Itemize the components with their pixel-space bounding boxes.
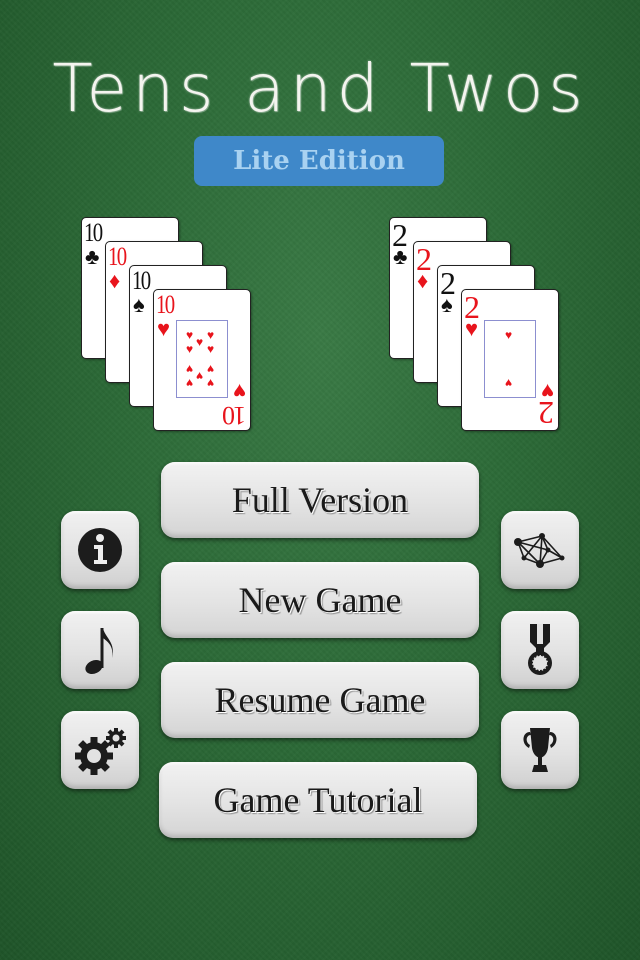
settings-button[interactable] <box>61 711 139 789</box>
music-note-icon <box>85 628 113 675</box>
heart-pip-icon: ♥ <box>186 362 194 376</box>
gears-icon <box>75 728 126 775</box>
game-title: Tens and Twos <box>52 50 588 127</box>
heart-pip-icon: ♥ <box>207 362 215 376</box>
new-game-button[interactable]: New Game <box>161 562 479 638</box>
achievements-button[interactable] <box>501 611 579 689</box>
card-pip-area: ♥ ♥ <box>484 320 536 398</box>
card-pip-area: ♥ ♥ ♥ ♥ ♥ ♥ ♥ ♥ ♥ ♥ <box>176 320 228 398</box>
trophy-icon <box>523 728 557 772</box>
full-version-button[interactable]: Full Version <box>161 462 479 538</box>
card-two-of-hearts: 2 ♥ ♥ ♥ ♥ 2 <box>461 289 559 431</box>
heart-pip-icon: ♥ <box>186 376 194 390</box>
spades-icon: ♠ <box>133 292 145 317</box>
heart-pip-icon: ♥ <box>186 328 194 342</box>
clubs-icon: ♣ <box>393 244 408 269</box>
card-rank: 10 <box>108 242 127 271</box>
heart-pip-icon: ♥ <box>196 369 204 383</box>
heart-pip-icon: ♥ <box>505 328 513 342</box>
hearts-icon: ♥ <box>232 379 246 404</box>
diamonds-icon: ♦ <box>417 268 429 293</box>
heart-pip-icon: ♥ <box>505 376 513 390</box>
network-icon <box>514 533 565 568</box>
card-rank: 10 <box>84 218 103 247</box>
heart-pip-icon: ♥ <box>196 335 204 349</box>
hearts-icon: ♥ <box>465 316 479 341</box>
heart-pip-icon: ♥ <box>186 342 194 356</box>
clubs-icon: ♣ <box>85 244 100 269</box>
heart-pip-icon: ♥ <box>207 328 215 342</box>
info-icon <box>78 528 122 572</box>
card-ten-of-hearts: 10 ♥ ♥ ♥ ♥ ♥ ♥ ♥ ♥ ♥ ♥ ♥ ♥ 10 <box>153 289 251 431</box>
card-rank-inverted: 10 <box>224 401 246 430</box>
heart-pip-icon: ♥ <box>207 376 215 390</box>
spades-icon: ♠ <box>441 292 453 317</box>
resume-game-button[interactable]: Resume Game <box>161 662 479 738</box>
heart-pip-icon: ♥ <box>207 342 215 356</box>
medal-icon <box>528 624 552 675</box>
game-tutorial-button[interactable]: Game Tutorial <box>159 762 477 838</box>
network-button[interactable] <box>501 511 579 589</box>
leaderboard-button[interactable] <box>501 711 579 789</box>
card-rank-inverted: 2 <box>538 395 554 431</box>
card-rank: 10 <box>156 290 175 319</box>
music-button[interactable] <box>61 611 139 689</box>
lite-edition-badge: Lite Edition <box>194 136 444 186</box>
card-rank: 10 <box>132 266 151 295</box>
diamonds-icon: ♦ <box>109 268 121 293</box>
hearts-icon: ♥ <box>157 316 171 341</box>
info-button[interactable] <box>61 511 139 589</box>
